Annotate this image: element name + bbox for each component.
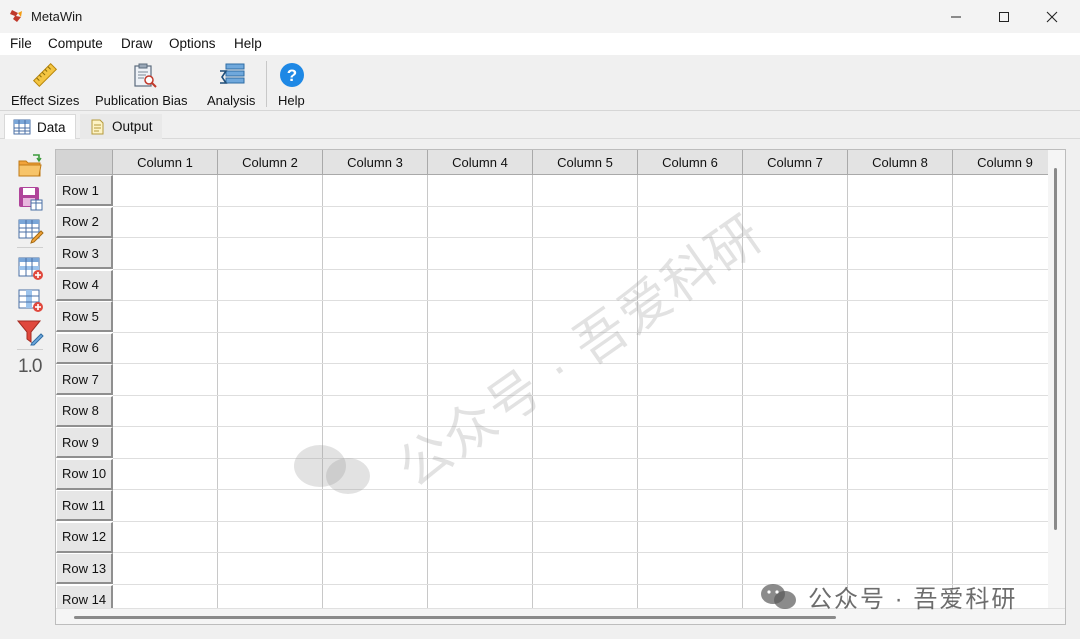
maximize-icon <box>999 11 1009 22</box>
clipboard-search-icon <box>134 63 157 88</box>
menu-help[interactable]: Help <box>234 36 262 51</box>
row-header[interactable]: Row 5 <box>56 301 113 332</box>
row-gridline <box>113 237 1048 238</box>
column-header[interactable]: Column 8 <box>848 150 953 175</box>
minimize-icon <box>951 16 961 17</box>
footer-watermark: 公众号 · 吾爱科研 <box>758 580 1018 613</box>
side-toolbar-separator-2 <box>17 349 43 350</box>
tab-output-label: Output <box>112 119 153 134</box>
row-gridline <box>113 300 1048 301</box>
column-gridline <box>637 175 638 620</box>
column-gridline <box>952 175 953 620</box>
filter-edit-icon[interactable] <box>16 318 44 346</box>
row-gridline <box>113 520 1048 522</box>
wechat-icon <box>761 584 796 609</box>
toolbar: Effect Sizes Publication Bias Analysis ?… <box>0 55 1080 111</box>
row-header[interactable]: Row 1 <box>56 175 113 206</box>
close-button[interactable] <box>1028 0 1076 33</box>
row-header[interactable]: Row 6 <box>56 332 113 364</box>
side-toolbar: 1.0 <box>12 150 48 390</box>
row-gridline <box>113 552 1048 553</box>
svg-text:?: ? <box>287 66 297 85</box>
row-gridline <box>113 426 1048 427</box>
row-header[interactable]: Row 7 <box>56 364 113 395</box>
publication-bias-label: Publication Bias <box>95 93 188 108</box>
row-header[interactable]: Row 9 <box>56 427 113 458</box>
help-label: Help <box>278 93 305 108</box>
maximize-button[interactable] <box>980 0 1028 33</box>
column-header[interactable]: Column 9 <box>953 150 1058 175</box>
add-column-icon[interactable] <box>16 286 44 314</box>
wechat-icon <box>294 445 370 494</box>
row-gridline <box>113 394 1048 396</box>
row-gridline <box>113 331 1048 333</box>
row-header[interactable]: Row 4 <box>56 269 113 301</box>
menu-file[interactable]: File <box>10 36 32 51</box>
add-row-icon[interactable] <box>16 254 44 282</box>
horizontal-scrollbar-thumb[interactable] <box>74 616 836 619</box>
save-table-icon[interactable] <box>16 184 44 212</box>
row-gridline <box>113 268 1048 270</box>
column-gridline <box>322 175 323 620</box>
tab-output[interactable]: Output <box>80 114 162 139</box>
menu-options[interactable]: Options <box>169 36 216 51</box>
row-gridline <box>113 489 1048 490</box>
tab-data-label: Data <box>37 119 66 135</box>
analysis-button[interactable]: Analysis <box>202 59 262 109</box>
effect-sizes-label: Effect Sizes <box>11 93 80 108</box>
column-gridline <box>532 175 533 620</box>
title-bar: MetaWin <box>0 0 1080 33</box>
open-folder-icon[interactable] <box>16 152 44 180</box>
menu-bar: File Compute Draw Options Help <box>0 33 1080 55</box>
column-header[interactable]: Column 6 <box>638 150 743 175</box>
column-header[interactable]: Column 5 <box>533 150 638 175</box>
row-gridline <box>113 457 1048 459</box>
row-gridline <box>113 205 1048 207</box>
help-button[interactable]: ? Help <box>272 59 312 109</box>
column-gridline <box>217 175 218 620</box>
menu-draw[interactable]: Draw <box>121 36 153 51</box>
menu-compute[interactable]: Compute <box>48 36 103 51</box>
decimal-places-button[interactable]: 1.0 <box>18 356 42 378</box>
column-header[interactable]: Column 2 <box>218 150 323 175</box>
vertical-scrollbar[interactable] <box>1048 150 1065 608</box>
footer-watermark-text: 公众号 · 吾爱科研 <box>808 585 1018 613</box>
row-header[interactable]: Row 10 <box>56 458 113 490</box>
column-header[interactable]: Column 7 <box>743 150 848 175</box>
column-gridline <box>427 175 428 620</box>
column-header[interactable]: Column 1 <box>113 150 218 175</box>
vertical-scrollbar-thumb[interactable] <box>1054 168 1057 530</box>
row-header[interactable]: Row 3 <box>56 238 113 269</box>
effect-sizes-button[interactable]: Effect Sizes <box>0 59 90 109</box>
row-gridline <box>113 363 1048 364</box>
ruler-icon <box>32 62 58 88</box>
column-gridline <box>742 175 743 620</box>
publication-bias-button[interactable]: Publication Bias <box>92 59 196 109</box>
toolbar-separator <box>266 61 267 107</box>
edit-table-icon[interactable] <box>16 216 44 244</box>
data-grid[interactable]: Column 1 Column 2 Column 3 Column 4 Colu… <box>55 149 1066 625</box>
tab-data[interactable]: Data <box>4 114 76 139</box>
column-header[interactable]: Column 3 <box>323 150 428 175</box>
grid-corner[interactable] <box>56 150 113 175</box>
tab-bar: Data Output <box>0 111 1080 139</box>
row-header[interactable]: Row 2 <box>56 206 113 238</box>
minimize-button[interactable] <box>932 0 980 33</box>
analysis-label: Analysis <box>207 93 256 108</box>
row-header[interactable]: Row 11 <box>56 490 113 521</box>
column-gridline <box>847 175 848 620</box>
table-icon <box>13 119 31 135</box>
window-title: MetaWin <box>31 9 83 24</box>
row-header[interactable]: Row 8 <box>56 395 113 427</box>
close-icon <box>1046 11 1058 22</box>
column-header[interactable]: Column 4 <box>428 150 533 175</box>
side-toolbar-separator <box>17 247 43 248</box>
sigma-stack-icon <box>220 63 245 84</box>
row-header[interactable]: Row 12 <box>56 521 113 553</box>
row-header[interactable]: Row 13 <box>56 553 113 584</box>
document-icon <box>91 119 104 134</box>
help-icon: ? <box>280 63 304 87</box>
metawin-logo-icon <box>10 10 22 22</box>
